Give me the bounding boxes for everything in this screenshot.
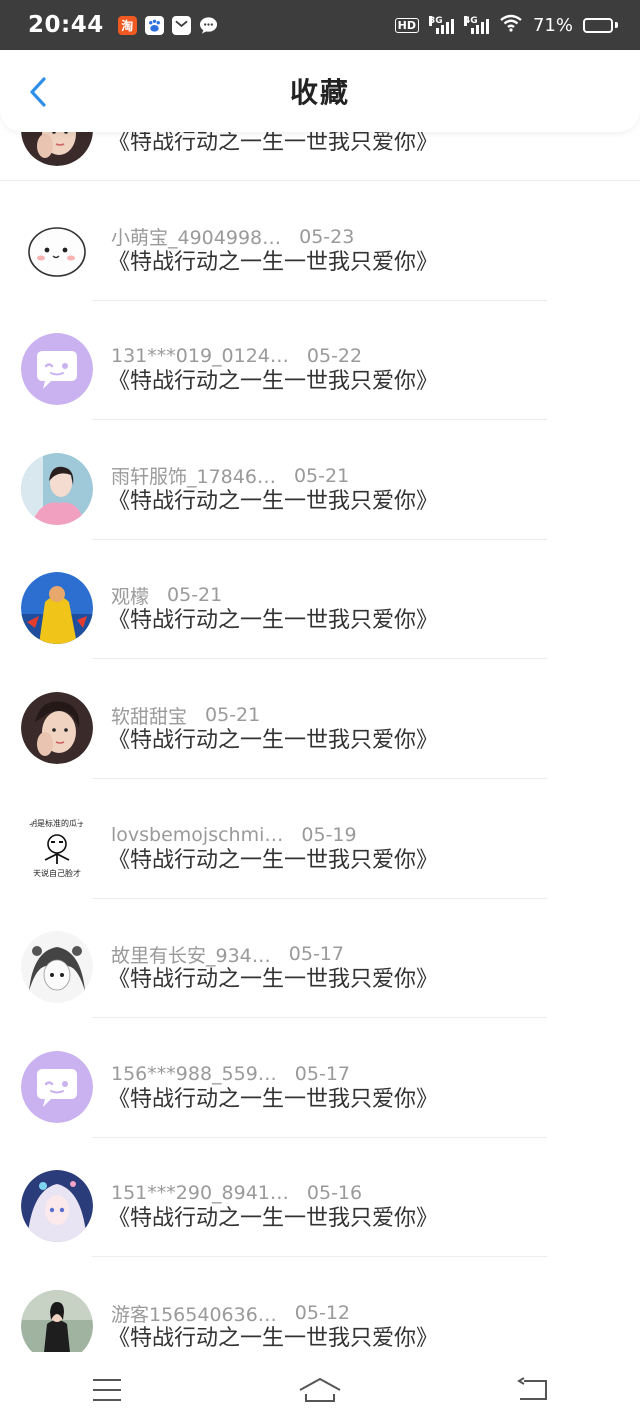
taobao-icon: 淘 [117,15,137,35]
divider [92,1256,547,1258]
favorites-list: 《特战行动之一生一世我只爱你》 小萌宝_4904998… 05-23 《特战行动之一生… [0,102,640,1352]
book-title[interactable]: 《特战行动之一生一世我只爱你》 [108,842,438,874]
avatar[interactable] [21,452,93,525]
signal-icon: 4G [463,16,489,34]
divider [0,180,640,181]
baidu-icon [144,15,164,35]
divider [92,1017,547,1019]
avatar[interactable]: 明是标准的瓜子 天说自己脸才 [21,811,93,884]
mail-icon [171,15,191,35]
status-app-icons: 淘 [117,15,218,35]
book-title[interactable]: 《特战行动之一生一世我只爱你》 [108,961,438,993]
page-title: 收藏 [289,76,350,109]
divider [92,1136,547,1138]
network-label: 3G [428,16,443,26]
avatar[interactable] [21,213,93,286]
book-title[interactable]: 《特战行动之一生一世我只爱你》 [108,722,438,754]
message-icon [199,16,218,35]
divider [92,538,547,540]
list-item[interactable]: 雨轩服饰_17846… 05-21 《特战行动之一生一世我只爱你》 [0,431,640,551]
list-item[interactable]: 观檬 05-21 《特战行动之一生一世我只爱你》 [0,550,640,670]
divider [92,658,547,660]
status-time: 20:44 [28,12,104,38]
battery-icon [583,17,618,33]
book-title[interactable]: 《特战行动之一生一世我只爱你》 [108,1200,438,1232]
network-label: 4G [463,16,478,26]
list-item[interactable]: 游客156540636… 05-12 《特战行动之一生一世我只爱你》 [0,1268,640,1352]
hd-badge: HD [394,17,419,33]
divider [92,778,547,779]
book-title[interactable]: 《特战行动之一生一世我只爱你》 [108,363,438,395]
menu-icon [92,1378,121,1401]
book-title[interactable]: 《特战行动之一生一世我只爱你》 [108,483,438,515]
home-button[interactable] [290,1370,350,1410]
avatar[interactable] [21,1050,93,1123]
svg-text:天说自己脸才: 天说自己脸才 [33,868,81,878]
divider [92,897,547,899]
system-back-button[interactable] [503,1370,563,1410]
avatar[interactable] [21,1290,93,1352]
list-item[interactable]: 小萌宝_4904998… 05-23 《特战行动之一生一世我只爱你》 [0,192,640,312]
chevron-left-icon [30,77,46,107]
back-icon [517,1376,548,1400]
navigation-bar [0,1352,640,1427]
list-item[interactable]: 151***290_8941… 05-16 《特战行动之一生一世我只爱你》 [0,1148,640,1268]
book-title[interactable]: 《特战行动之一生一世我只爱你》 [108,1320,438,1352]
avatar[interactable] [21,572,93,645]
home-icon [299,1377,341,1402]
svg-text:明是标准的瓜子: 明是标准的瓜子 [29,818,85,828]
list-item[interactable]: 故里有长安_934… 05-17 《特战行动之一生一世我只爱你》 [0,909,640,1029]
wifi-icon [499,14,523,37]
book-title[interactable]: 《特战行动之一生一世我只爱你》 [108,244,438,276]
signal-icon: 3G [428,16,454,34]
book-title[interactable]: 《特战行动之一生一世我只爱你》 [108,1081,438,1113]
avatar[interactable] [21,692,93,764]
book-title[interactable]: 《特战行动之一生一世我只爱你》 [108,602,438,634]
header: 收藏 [0,50,640,132]
list-item[interactable]: 明是标准的瓜子 天说自己脸才 lovsbemojschmi… 05-19 《特战行动之一… [0,790,640,910]
list-item[interactable]: 131***019_0124… 05-22 《特战行动之一生一世我只爱你》 [0,311,640,431]
status-indicators: HD 3G 4G 71% [394,14,618,37]
avatar[interactable] [21,931,93,1004]
divider [92,299,547,301]
avatar[interactable] [21,1170,93,1243]
menu-button[interactable] [77,1370,137,1410]
list-item[interactable]: 156***988_559… 05-17 《特战行动之一生一世我只爱你》 [0,1029,640,1149]
back-button[interactable] [20,72,56,112]
battery-percent: 71% [532,14,573,36]
divider [92,419,547,421]
list-item[interactable]: 软甜甜宝 05-21 《特战行动之一生一世我只爱你》 [0,670,640,790]
avatar[interactable] [21,333,93,406]
status-bar: 20:44 淘 HD 3G 4G 71% [0,0,640,50]
